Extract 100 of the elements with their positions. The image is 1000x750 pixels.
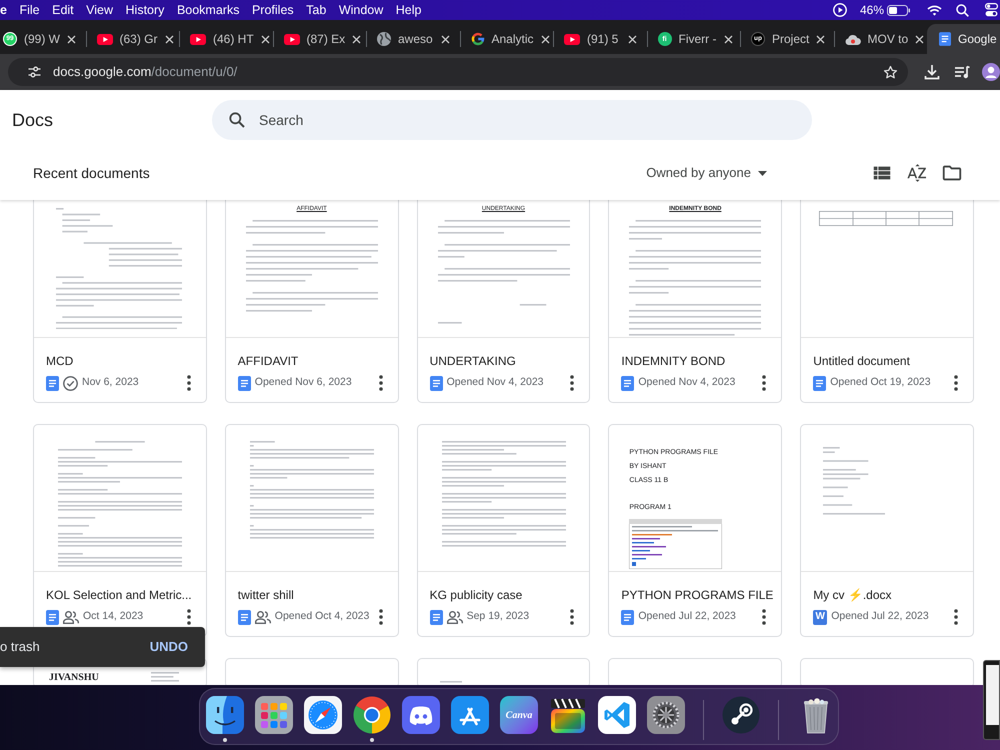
star-icon[interactable]	[883, 64, 898, 80]
playlist-icon[interactable]	[954, 65, 970, 79]
globe-icon	[377, 32, 391, 46]
wifi-icon[interactable]	[927, 4, 942, 16]
menu-item[interactable]: Help	[396, 0, 422, 20]
document-card[interactable]: KG publicity case Sep 19, 2023	[416, 424, 590, 637]
close-icon[interactable]	[164, 34, 174, 44]
close-icon[interactable]	[628, 34, 636, 44]
download-icon[interactable]	[924, 64, 940, 80]
browser-tab[interactable]: (63) Gr	[86, 24, 179, 54]
toggle-switches-icon[interactable]	[985, 3, 998, 17]
code-ribbon-icon[interactable]	[598, 696, 636, 734]
browser-tab[interactable]: (91) 5	[554, 24, 646, 54]
document-date: Opened Jul 22, 2023	[638, 609, 736, 624]
app-title: Docs	[12, 110, 54, 130]
document-icon	[621, 376, 634, 390]
close-icon[interactable]	[67, 34, 76, 44]
undo-button[interactable]: UNDO	[150, 637, 188, 657]
clapperboard-icon[interactable]	[549, 696, 587, 734]
document-card[interactable]: My cv ⚡.docx W Opened Jul 22, 2023	[800, 424, 974, 637]
browser-tab[interactable]: aweso	[367, 24, 460, 54]
menu-item[interactable]: Bookmarks	[176, 0, 240, 20]
browser-logo-icon[interactable]	[353, 696, 391, 734]
menu-item[interactable]: File	[19, 0, 40, 20]
g-logo-icon	[470, 32, 484, 46]
close-icon[interactable]	[352, 34, 362, 44]
document-date: Opened Oct 19, 2023	[830, 375, 931, 390]
document-card[interactable]: Untitled document Opened Oct 19, 2023	[800, 200, 974, 403]
word-file-icon: W	[813, 610, 828, 624]
search-field[interactable]: Search	[212, 100, 812, 140]
document-date: Opened Jul 22, 2023	[831, 609, 929, 624]
document-icon	[430, 610, 443, 624]
search-icon	[229, 112, 245, 128]
menu-item[interactable]: History	[126, 0, 164, 20]
document-icon	[813, 376, 826, 390]
text-lines-drawing	[823, 447, 886, 515]
menu-item[interactable]: Tab	[306, 0, 326, 20]
document-title: twitter shill	[238, 587, 294, 603]
browser-tab[interactable]: (87) Ex	[274, 24, 366, 54]
menu-item[interactable]: Profiles	[252, 0, 294, 20]
search-icon[interactable]	[956, 4, 969, 16]
document-date: Opened Oct 4, 2023	[274, 609, 370, 624]
owner-filter-dropdown[interactable]: Owned by anyone	[646, 163, 767, 183]
close-icon[interactable]	[816, 34, 826, 44]
document-date: Nov 6, 2023	[82, 375, 139, 390]
address-bar[interactable]: docs.google.com/document/u/0/	[8, 58, 908, 86]
sort-icon[interactable]	[906, 162, 928, 184]
battery-icon[interactable]	[887, 4, 910, 16]
compass-icon[interactable]	[304, 696, 342, 734]
play-button-icon	[564, 34, 580, 44]
document-title: My cv ⚡.docx	[813, 587, 892, 603]
document-icon	[238, 376, 251, 390]
tune-icon[interactable]	[28, 66, 41, 78]
document-title: UNDERTAKING	[430, 353, 516, 369]
close-icon[interactable]	[540, 34, 550, 44]
close-icon[interactable]	[440, 34, 450, 44]
browser-tab[interactable]: (46) HT	[180, 24, 272, 54]
document-icon	[46, 610, 59, 624]
steam-logo-icon[interactable]	[722, 696, 760, 734]
document-title: PYTHON PROGRAMS FILE	[621, 587, 774, 603]
text-lines-drawing	[440, 681, 462, 685]
document-icon	[939, 32, 951, 46]
document-title: KG publicity case	[430, 587, 522, 603]
menu-item[interactable]: Window	[338, 0, 384, 20]
cloud-icon	[844, 34, 860, 44]
menu-item[interactable]: View	[86, 0, 114, 20]
document-title: KOL Selection and Metric...	[46, 587, 192, 603]
app-menu[interactable]: e	[0, 0, 7, 20]
app-grid-icon[interactable]	[255, 696, 293, 734]
document-date: Opened Nov 4, 2023	[446, 375, 544, 390]
document-card[interactable]: twitter shill Opened Oct 4, 2023	[224, 424, 399, 637]
document-icon	[46, 376, 59, 390]
avatar-icon[interactable]	[982, 63, 1000, 81]
snackbar-message: o trash	[0, 638, 40, 656]
document-title: INDEMNITY BOND	[621, 353, 726, 369]
document-title: Untitled document	[813, 353, 910, 369]
browser-tab[interactable]: Analytic	[460, 24, 553, 54]
document-card[interactable]: MCD Nov 6, 2023	[33, 200, 207, 403]
close-icon[interactable]	[260, 34, 270, 44]
battery-percentage: 46%	[860, 2, 884, 19]
app-store-icon[interactable]	[451, 696, 489, 734]
document-icon	[621, 610, 634, 624]
menu-item[interactable]: Edit	[52, 0, 74, 20]
document-date: Opened Nov 4, 2023	[638, 375, 736, 390]
more-vertical-icon[interactable]	[951, 609, 961, 625]
document-title: AFFIDAVIT	[238, 353, 298, 369]
close-icon[interactable]	[915, 34, 924, 44]
more-vertical-icon[interactable]	[951, 375, 961, 391]
browser-tab[interactable]: Google	[927, 24, 1000, 54]
controller-face-icon[interactable]	[402, 696, 440, 734]
close-icon[interactable]	[724, 34, 732, 44]
canva-app-icon[interactable]: Canva	[500, 696, 538, 734]
preview-heading: JIVANSHU	[49, 672, 99, 684]
document-card[interactable]: KOL Selection and Metric... Oct 14, 2023	[33, 424, 207, 637]
play-circle-icon[interactable]	[832, 3, 847, 17]
settings-icon[interactable]	[647, 696, 685, 734]
document-icon	[238, 610, 251, 624]
document-icon	[430, 376, 443, 390]
browser-tab[interactable]: MOV to	[834, 24, 927, 54]
smiling-face-icon[interactable]	[206, 696, 244, 734]
